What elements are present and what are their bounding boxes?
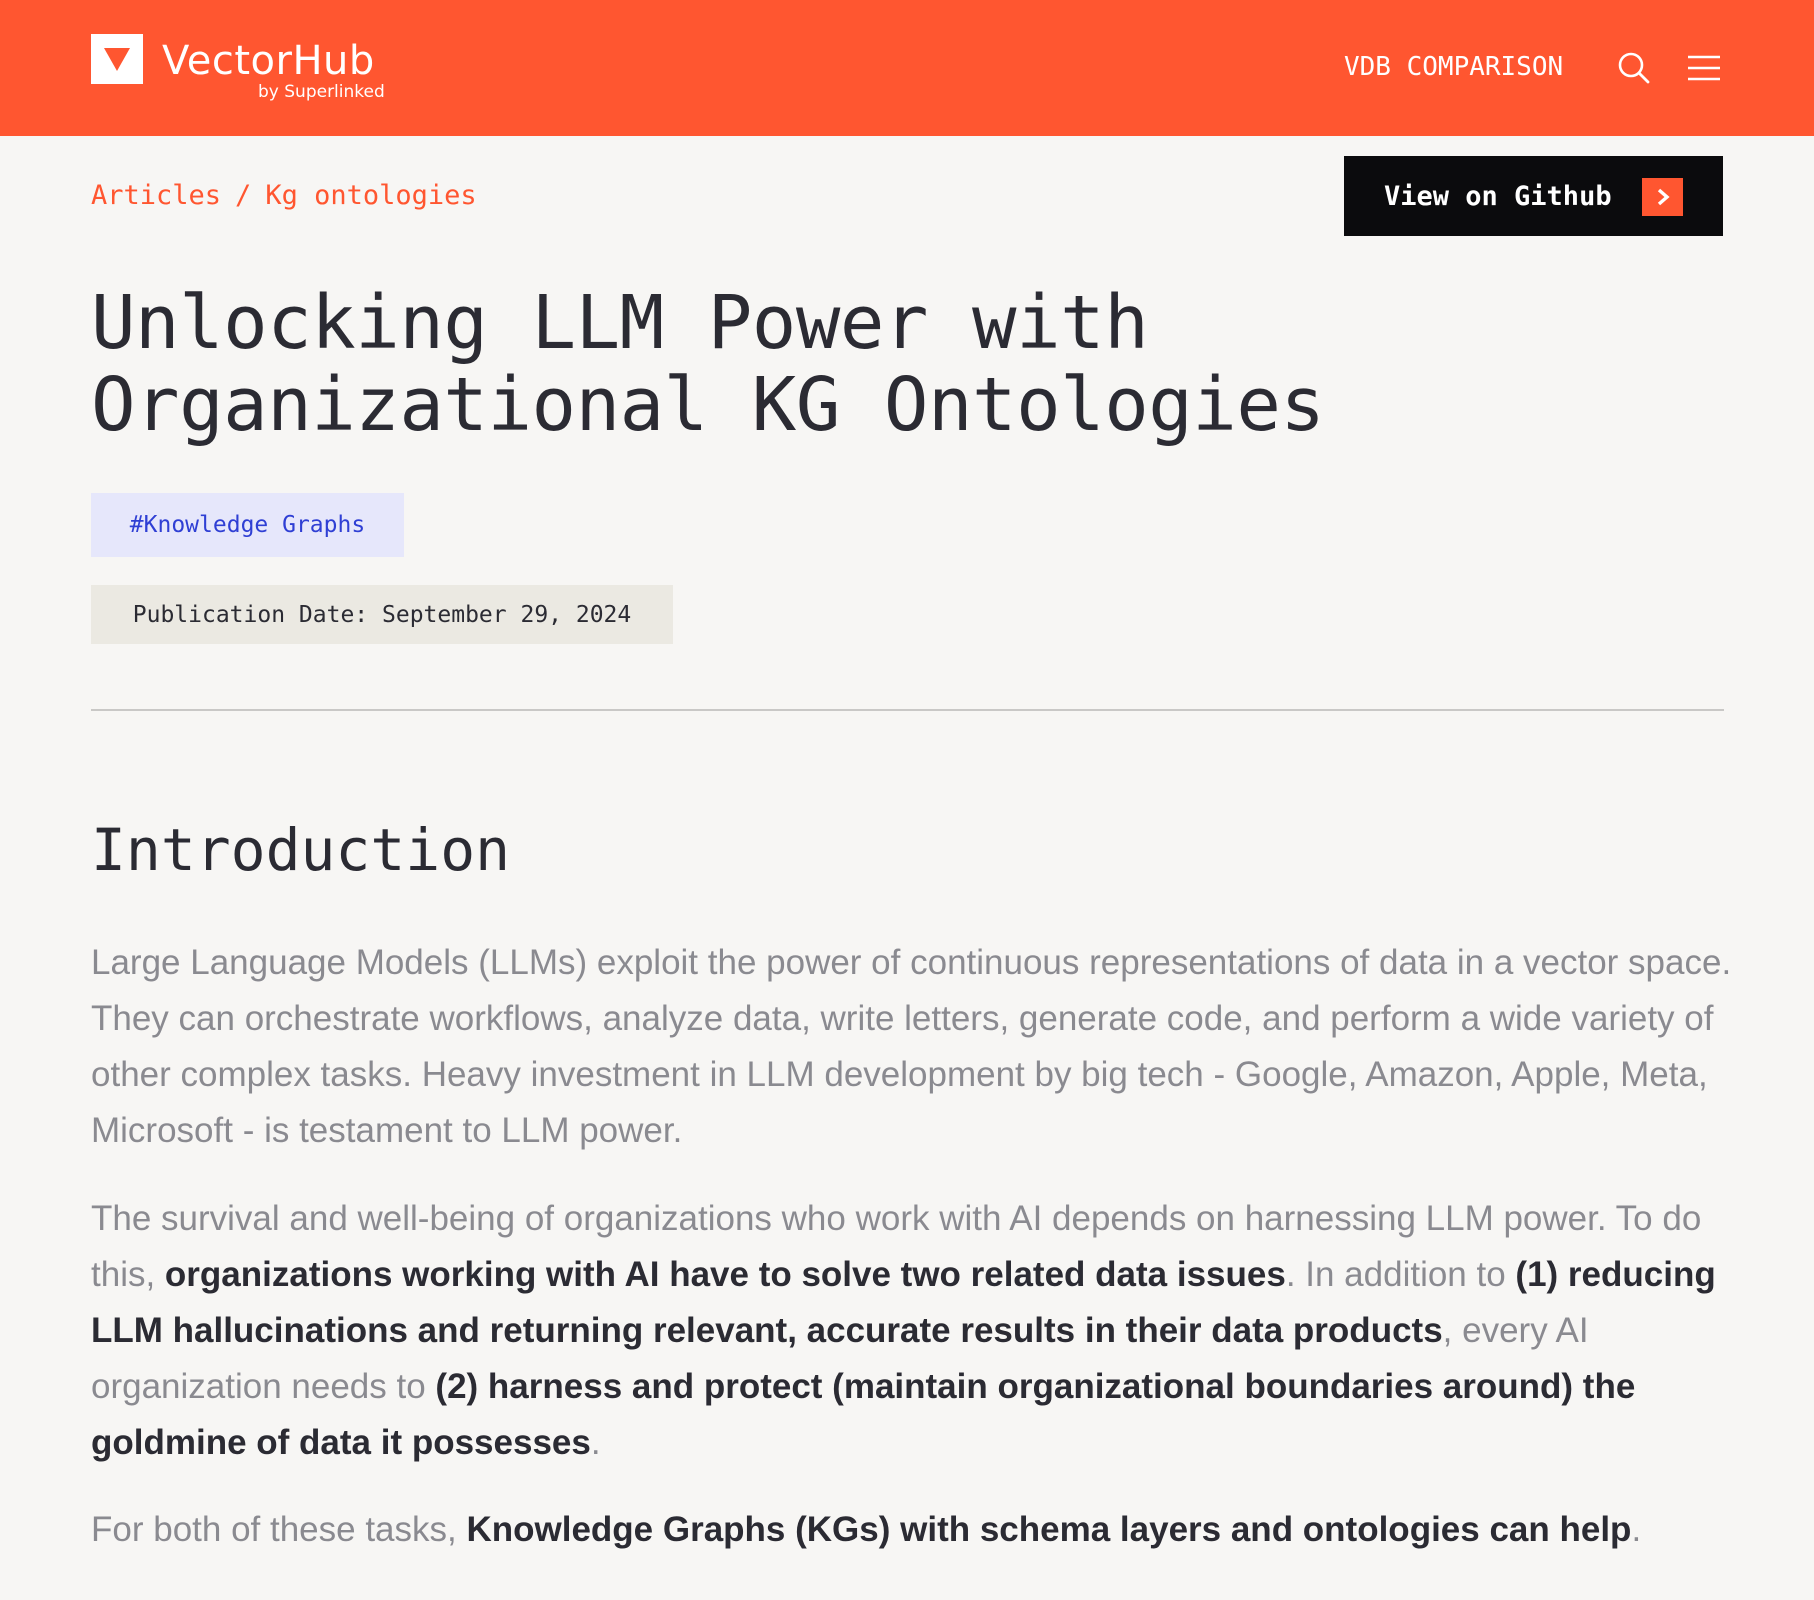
top-navbar: VectorHub by Superlinked VDB COMPARISON [0, 0, 1814, 136]
emphasis-text: Knowledge Graphs (KGs) with schema layer… [466, 1510, 1632, 1549]
divider [91, 709, 1724, 711]
menu-icon[interactable] [1686, 54, 1722, 82]
breadcrumb-separator: / [235, 180, 252, 211]
breadcrumb-current-page[interactable]: Kg ontologies [265, 180, 476, 211]
emphasis-text: organizations working with AI have to so… [164, 1255, 1286, 1294]
logo-name[interactable]: VectorHub [162, 36, 375, 86]
arrow-right-icon [1642, 178, 1683, 216]
triangle-icon [104, 48, 130, 71]
logo-subtitle: by Superlinked [258, 82, 385, 102]
tag-knowledge-graphs[interactable]: #Knowledge Graphs [91, 493, 404, 557]
breadcrumb: Articles / Kg ontologies [91, 178, 477, 214]
github-button-label: View on Github [1384, 180, 1612, 212]
paragraph-text: . [1631, 1510, 1642, 1549]
publication-date: Publication Date: September 29, 2024 [91, 585, 673, 644]
vectorhub-logo-icon[interactable] [91, 34, 143, 84]
paragraph-3: For both of these tasks, Knowledge Graph… [91, 1502, 1741, 1558]
paragraph-text: Large Language Models (LLMs) exploit the… [91, 943, 1732, 1150]
breadcrumb-articles-link[interactable]: Articles [91, 180, 221, 211]
paragraph-text: . In addition to [1285, 1255, 1516, 1294]
article-title: Unlocking LLM Power with Organizational … [91, 280, 1325, 448]
search-icon[interactable] [1616, 50, 1652, 86]
paragraph-text: For both of these tasks, [91, 1510, 467, 1549]
section-heading-introduction: Introduction [91, 816, 511, 884]
paragraph-text: . [590, 1423, 601, 1462]
paragraph-2: The survival and well-being of organizat… [91, 1191, 1741, 1471]
nav-vdb-comparison-link[interactable]: VDB COMPARISON [1344, 50, 1563, 84]
view-on-github-button[interactable]: View on Github [1344, 156, 1723, 236]
paragraph-1: Large Language Models (LLMs) exploit the… [91, 935, 1741, 1159]
